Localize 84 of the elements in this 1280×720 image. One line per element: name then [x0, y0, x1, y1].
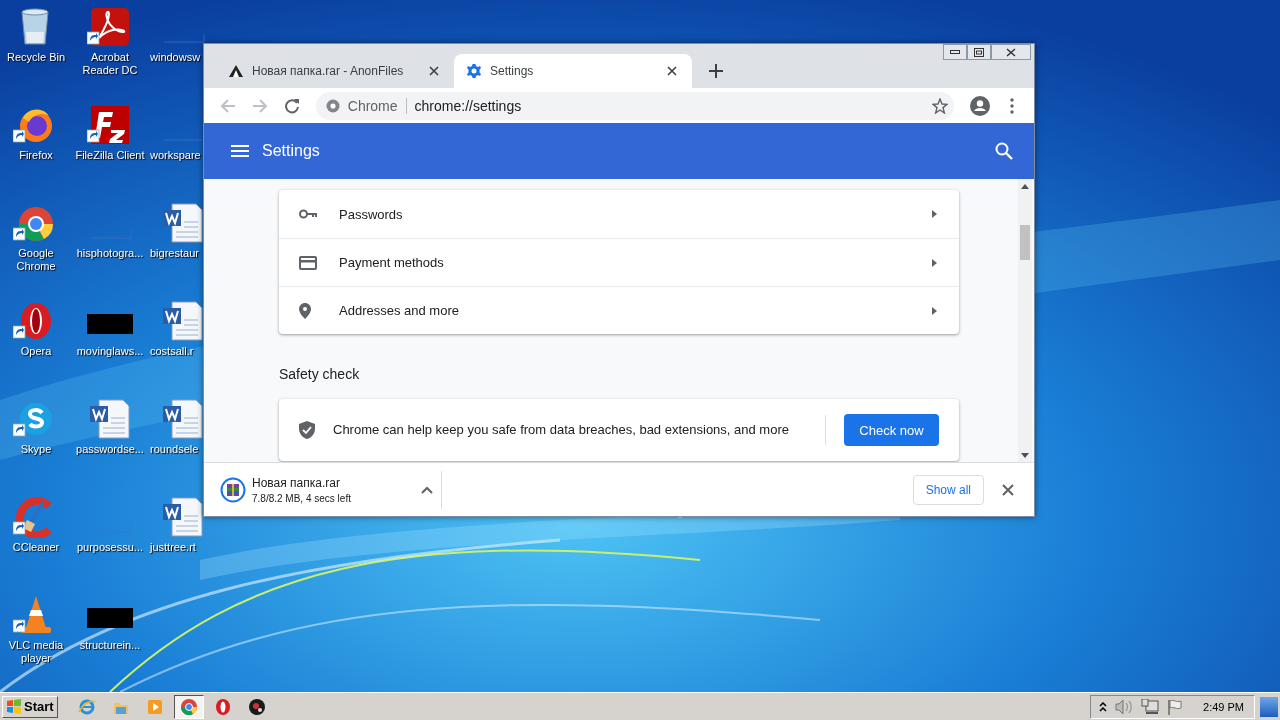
desktop-icon-label: movinglaws...: [76, 345, 144, 358]
desktop-icon-label: Google Chrome: [15, 247, 57, 273]
document-icon[interactable]: [160, 300, 206, 342]
document-icon[interactable]: [160, 398, 206, 440]
desktop-icon-label: costsall.r: [150, 345, 194, 358]
download-filename: Новая папка.rar: [252, 475, 341, 490]
check-now-button[interactable]: Check now: [844, 414, 939, 446]
desktop-icon-label: structurein...: [79, 639, 141, 652]
start-button[interactable]: Start: [2, 695, 58, 718]
triangle-icon: [228, 64, 244, 78]
network-icon[interactable]: [1141, 698, 1160, 715]
url-text: chrome://settings: [414, 97, 523, 114]
more-icon[interactable]: [1010, 97, 1014, 114]
site-icon: [325, 98, 340, 113]
document-icon[interactable]: [160, 202, 206, 244]
desktop-icon-label: workspare: [150, 149, 201, 162]
settings-row[interactable]: Passwords: [279, 190, 959, 238]
close-button[interactable]: [991, 44, 1031, 60]
show-desktop-button[interactable]: [1260, 696, 1278, 717]
flag-icon[interactable]: [1167, 698, 1184, 715]
account-icon[interactable]: [970, 95, 991, 116]
browser-tab[interactable]: Новая папка.rar - AnonFiles: [216, 54, 454, 88]
scroll-up-icon[interactable]: [1021, 183, 1029, 189]
desktop-icon-label: bigrestaur: [150, 247, 199, 260]
triangle-right-icon: [932, 306, 937, 315]
key-icon: [299, 209, 317, 219]
settings-row[interactable]: Addresses and more: [279, 286, 959, 334]
speaker-icon[interactable]: [1115, 698, 1134, 715]
app-icon: [179, 697, 198, 716]
desktop-icon-label: Acrobat Reader DC: [81, 51, 139, 77]
show-all-button[interactable]: Show all: [912, 474, 984, 505]
desktop-icon-label: hisphotogra...: [76, 247, 144, 260]
maximize-button[interactable]: [967, 44, 991, 60]
menu-icon[interactable]: [231, 145, 249, 157]
archive-icon: [220, 476, 246, 503]
desktop-icon-label: purposessu...: [76, 541, 143, 554]
clock[interactable]: 2:49 PM: [1203, 700, 1244, 713]
windows-logo-icon: [6, 699, 22, 714]
desktop-icon-label: roundsele: [150, 443, 199, 456]
taskbar-app-button[interactable]: [173, 694, 204, 719]
site-label: Chrome: [347, 97, 407, 114]
safety-check-description: Chrome can help keep you safe from data breaches, bad extensions, and more: [333, 415, 826, 445]
desktop-icon-label: windowsw: [150, 51, 201, 64]
close-icon: [1006, 47, 1016, 57]
app-icon: [145, 697, 164, 716]
settings-row[interactable]: Payment methods: [279, 238, 959, 286]
scrollbar[interactable]: [1018, 179, 1032, 462]
shield-icon: [299, 421, 315, 439]
browser-tab[interactable]: Settings: [454, 54, 692, 88]
reload-icon[interactable]: [283, 97, 300, 114]
desktop-icon-label: Firefox: [18, 149, 54, 162]
minimize-button[interactable]: [943, 44, 967, 60]
desktop-icon-label: FileZilla Client: [74, 149, 146, 162]
desktop-icon-label: passwordse...: [76, 443, 144, 456]
desktop-icon-label: Opera: [19, 345, 53, 358]
address-bar[interactable]: Chrome chrome://settings: [315, 91, 955, 120]
page-title: Settings: [262, 142, 321, 160]
document-icon[interactable]: [87, 398, 133, 440]
document-icon[interactable]: [160, 496, 206, 538]
triangle-right-icon: [932, 258, 937, 267]
scroll-down-icon[interactable]: [1021, 452, 1029, 458]
desktop-icon-label: Skype: [19, 443, 53, 456]
star-icon[interactable]: [932, 97, 949, 114]
location-pin-icon: [299, 302, 311, 319]
desktop-icon-label: CCleaner: [11, 541, 61, 554]
desktop-icon-label: justtree.rt: [150, 541, 196, 554]
app-icon: [213, 697, 232, 716]
restore-icon: [974, 47, 984, 57]
triangle-right-icon: [932, 210, 937, 218]
download-status: 7.8/8.2 MB, 4 secs left: [252, 492, 352, 504]
desktop-icon-label: Recycle Bin: [5, 51, 67, 64]
close-icon[interactable]: [1002, 483, 1014, 496]
minimize-icon: [950, 49, 960, 55]
section-heading: Safety check: [279, 366, 360, 382]
plus-icon[interactable]: [709, 64, 723, 78]
desktop-icon-label: VLC media player: [7, 639, 65, 665]
scroll-thumb[interactable]: [1020, 225, 1030, 260]
app-icon: [77, 697, 96, 716]
chevron-up-icon[interactable]: [1099, 701, 1108, 712]
caret-icon[interactable]: [421, 485, 433, 494]
search-icon[interactable]: [995, 142, 1013, 160]
app-icon: [247, 697, 266, 716]
credit-card-icon: [299, 255, 317, 270]
settings-icon: [466, 63, 482, 79]
